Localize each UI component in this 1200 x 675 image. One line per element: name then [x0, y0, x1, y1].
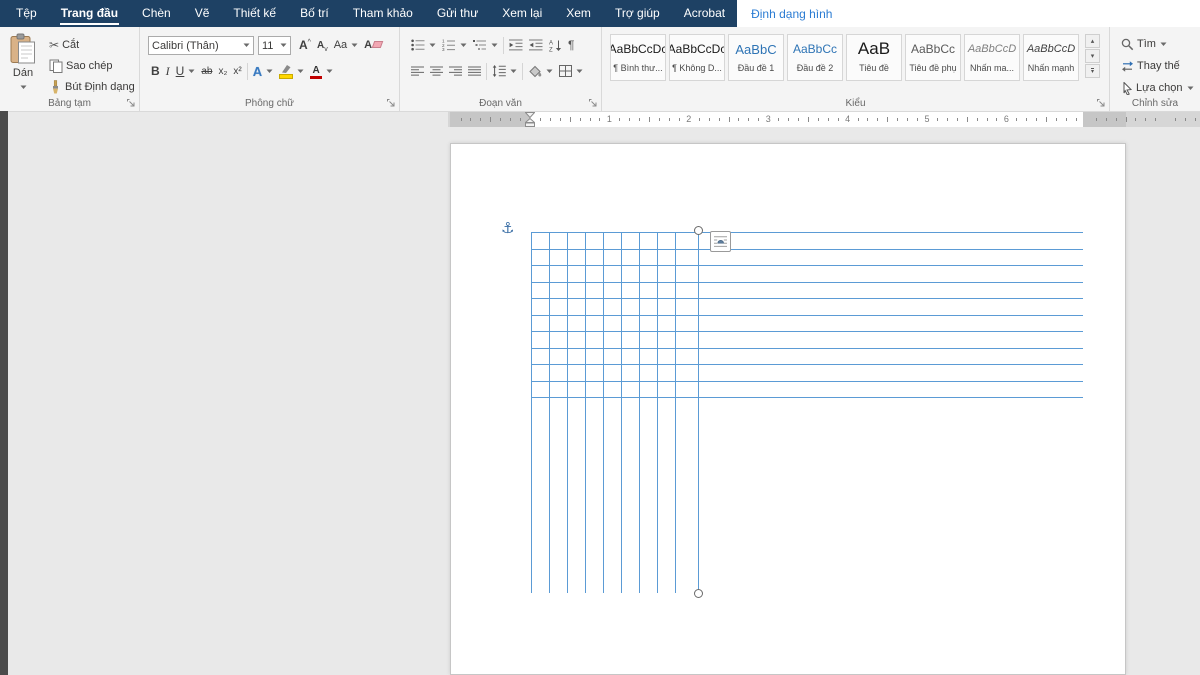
- table-grid-vline[interactable]: [675, 232, 676, 593]
- table-grid-vline[interactable]: [531, 232, 532, 593]
- table-grid-vline[interactable]: [621, 232, 622, 593]
- table-grid-hline[interactable]: [531, 364, 1083, 365]
- table-grid-hline[interactable]: [531, 298, 1083, 299]
- table-grid-vline[interactable]: [639, 232, 640, 593]
- table-grid-hline[interactable]: [531, 315, 1083, 316]
- word-window: Tệp Trang đầu Chèn Vẽ Thiết kế Bố trí Th…: [0, 0, 1200, 675]
- drawing-layer: ⚓: [0, 0, 1200, 675]
- table-grid-hline[interactable]: [531, 249, 1083, 250]
- anchor-icon: ⚓: [501, 219, 514, 237]
- selection-handle-bottom[interactable]: [694, 589, 703, 598]
- table-grid-vline[interactable]: [657, 232, 658, 593]
- table-grid-hline[interactable]: [531, 381, 1083, 382]
- table-grid-vline[interactable]: [567, 232, 568, 593]
- table-grid-vline[interactable]: [603, 232, 604, 593]
- table-grid-hline[interactable]: [531, 265, 1083, 266]
- selection-handle-top[interactable]: [694, 226, 703, 235]
- table-grid-hline[interactable]: [531, 232, 1083, 233]
- table-grid-hline[interactable]: [531, 282, 1083, 283]
- table-grid-hline[interactable]: [531, 348, 1083, 349]
- table-grid-hline[interactable]: [531, 397, 1083, 398]
- selected-line-shape[interactable]: [698, 230, 699, 593]
- table-grid-hline[interactable]: [531, 331, 1083, 332]
- table-grid-vline[interactable]: [549, 232, 550, 593]
- layout-options-button[interactable]: [710, 231, 731, 252]
- table-grid-vline[interactable]: [585, 232, 586, 593]
